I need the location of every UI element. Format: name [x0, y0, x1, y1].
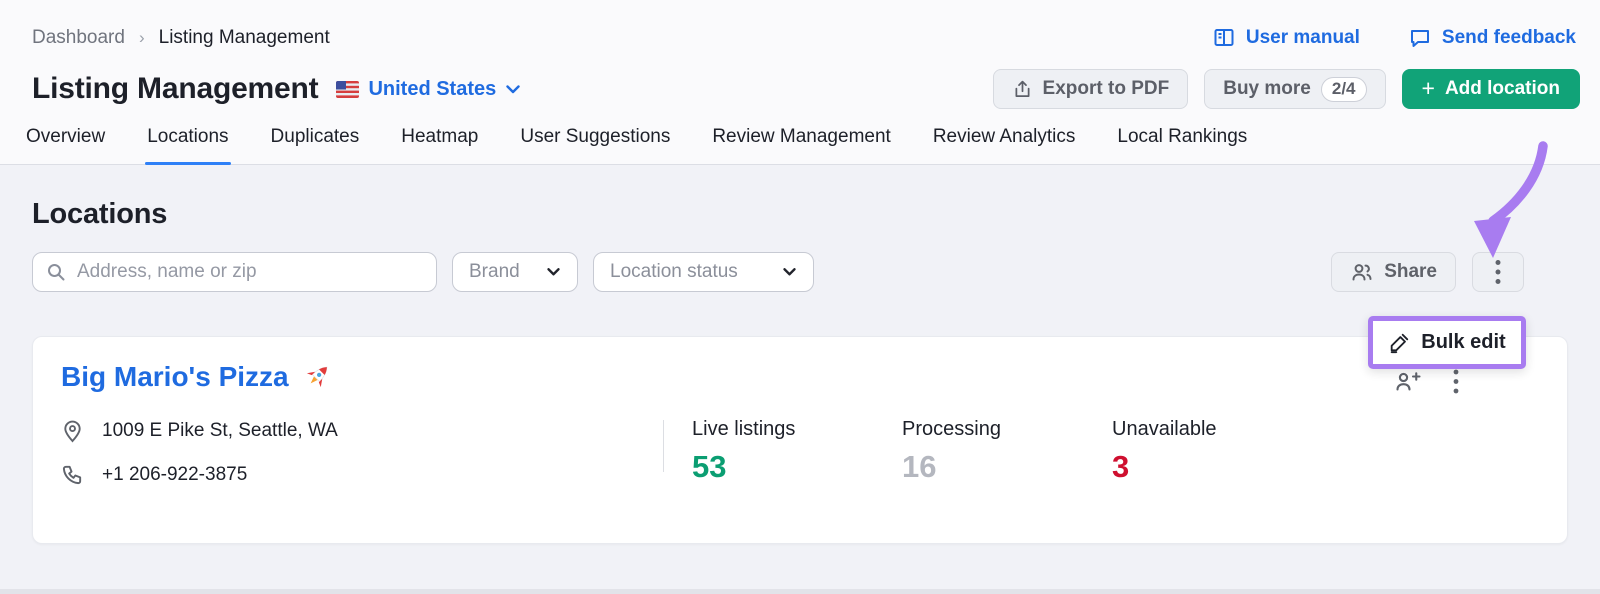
pencil-icon	[1388, 332, 1410, 354]
location-address: 1009 E Pike St, Seattle, WA	[102, 420, 338, 442]
search-icon	[46, 262, 66, 282]
location-pin-icon	[61, 418, 84, 443]
locations-section: Locations Brand Location	[0, 165, 1600, 544]
plus-icon: +	[1422, 77, 1435, 100]
add-user-icon[interactable]	[1394, 370, 1421, 393]
rocket-emoji-icon	[301, 361, 333, 393]
tab-user-suggestions[interactable]: User Suggestions	[518, 126, 672, 164]
page-title: Listing Management	[32, 72, 318, 106]
bottom-edge	[0, 589, 1600, 594]
location-status-filter[interactable]: Location status	[593, 252, 814, 292]
bulk-edit-menu-item[interactable]: Bulk edit	[1368, 316, 1526, 369]
location-phone: +1 206-922-3875	[102, 464, 247, 486]
export-icon	[1012, 79, 1033, 100]
send-feedback-link[interactable]: Send feedback	[1408, 26, 1576, 50]
stat-label: Unavailable	[1112, 418, 1322, 441]
chevron-down-icon	[546, 267, 561, 277]
share-button[interactable]: Share	[1331, 252, 1456, 292]
country-selector[interactable]: United States	[336, 78, 521, 101]
add-location-button[interactable]: + Add location	[1402, 69, 1581, 109]
user-manual-label: User manual	[1246, 27, 1360, 49]
tab-review-analytics[interactable]: Review Analytics	[931, 126, 1078, 164]
location-card: Big Mario's Pizza	[32, 336, 1568, 544]
location-status-label: Location status	[610, 261, 738, 283]
search-box	[32, 252, 437, 292]
tab-bar: Overview Locations Duplicates Heatmap Us…	[0, 126, 1600, 164]
tab-duplicates[interactable]: Duplicates	[269, 126, 362, 164]
card-divider	[663, 420, 664, 472]
breadcrumb-current: Listing Management	[159, 27, 330, 49]
tab-heatmap[interactable]: Heatmap	[399, 126, 480, 164]
buy-more-button[interactable]: Buy more 2/4	[1204, 69, 1385, 109]
tab-overview[interactable]: Overview	[24, 126, 107, 164]
stat-unavailable: Unavailable 3	[1112, 418, 1322, 486]
section-heading: Locations	[32, 165, 1568, 231]
location-name-link[interactable]: Big Mario's Pizza	[61, 361, 333, 393]
us-flag-icon	[336, 81, 359, 98]
stat-processing: Processing 16	[902, 418, 1112, 486]
export-pdf-button[interactable]: Export to PDF	[993, 69, 1189, 109]
country-label: United States	[368, 78, 496, 101]
brand-filter-label: Brand	[469, 261, 520, 283]
tab-review-management[interactable]: Review Management	[710, 126, 892, 164]
kebab-menu-icon	[1495, 259, 1501, 285]
user-manual-link[interactable]: User manual	[1212, 26, 1360, 50]
listing-stats: Live listings 53 Processing 16 Unavailab…	[692, 418, 1322, 486]
add-location-label: Add location	[1445, 78, 1560, 100]
breadcrumb-separator-icon: ›	[139, 28, 145, 48]
card-kebab-menu-icon[interactable]	[1453, 369, 1459, 394]
buy-more-label: Buy more	[1223, 78, 1311, 100]
stat-value: 16	[902, 449, 1112, 485]
chevron-down-icon	[782, 267, 797, 277]
stat-live-listings: Live listings 53	[692, 418, 902, 486]
tab-locations[interactable]: Locations	[145, 126, 230, 164]
export-pdf-label: Export to PDF	[1043, 78, 1170, 100]
stat-label: Processing	[902, 418, 1112, 441]
page-header: Dashboard › Listing Management User manu…	[0, 0, 1600, 165]
brand-filter[interactable]: Brand	[452, 252, 578, 292]
send-feedback-label: Send feedback	[1442, 27, 1576, 49]
manual-book-icon	[1212, 26, 1236, 50]
toolbar-kebab-button[interactable]	[1472, 252, 1524, 292]
share-label: Share	[1384, 261, 1437, 283]
stat-label: Live listings	[692, 418, 902, 441]
quota-badge: 2/4	[1321, 77, 1367, 102]
people-icon	[1350, 261, 1374, 283]
breadcrumb-dashboard[interactable]: Dashboard	[32, 27, 125, 49]
breadcrumb: Dashboard › Listing Management	[32, 27, 330, 49]
search-input[interactable]	[32, 252, 437, 292]
location-name: Big Mario's Pizza	[61, 361, 289, 393]
chevron-down-icon	[505, 84, 521, 95]
tab-local-rankings[interactable]: Local Rankings	[1115, 126, 1249, 164]
feedback-bubble-icon	[1408, 26, 1432, 50]
stat-value: 3	[1112, 449, 1322, 485]
bulk-edit-label: Bulk edit	[1421, 331, 1505, 354]
phone-icon	[61, 463, 84, 486]
stat-value: 53	[692, 449, 902, 485]
